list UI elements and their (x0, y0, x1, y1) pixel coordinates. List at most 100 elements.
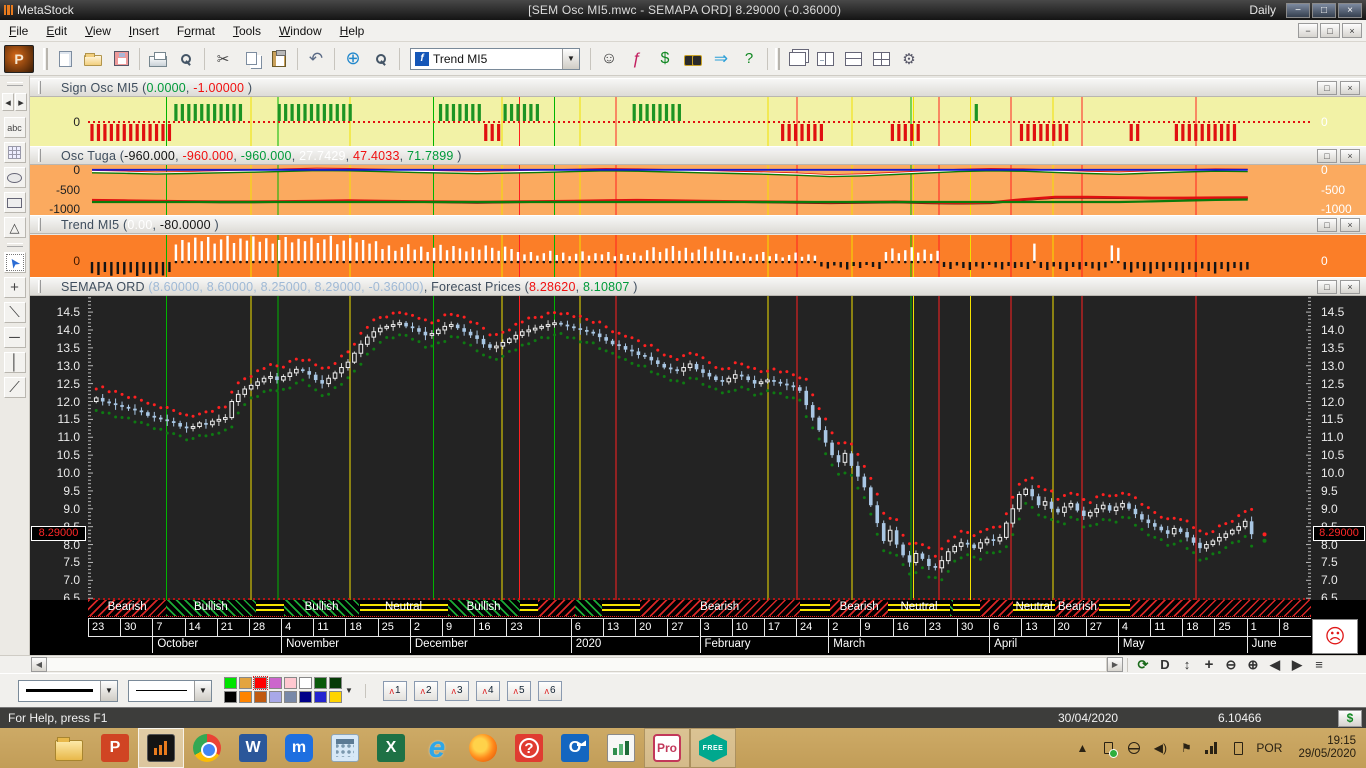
mdi-close-button[interactable]: × (1342, 23, 1362, 38)
print-preview-button[interactable] (172, 45, 200, 73)
taskbar-powerpoint[interactable]: P (92, 728, 138, 768)
usb-icon[interactable] (1100, 740, 1116, 756)
combo-arrow-icon[interactable]: ▼ (194, 680, 211, 701)
scroll-left-button[interactable]: ◀ (31, 657, 47, 672)
save-file-button[interactable] (107, 45, 135, 73)
grid-tool-button[interactable] (3, 142, 26, 163)
new-chart-button[interactable] (51, 45, 79, 73)
dollar-status-icon[interactable]: $ (1338, 709, 1362, 727)
menu-window[interactable]: Window (270, 21, 331, 41)
layout-button-4[interactable]: ʌ4 (476, 680, 500, 701)
taskbar-metastock[interactable] (138, 728, 184, 768)
menu-tools[interactable]: Tools (224, 21, 270, 41)
color-swatch[interactable] (284, 691, 297, 703)
menu-view[interactable]: View (76, 21, 120, 41)
taskbar-word[interactable]: W (230, 728, 276, 768)
taskbar-help-app[interactable]: ? (506, 728, 552, 768)
open-file-button[interactable] (79, 45, 107, 73)
metastock-power-button[interactable]: P (4, 44, 34, 73)
mdi-minimize-button[interactable]: − (1298, 23, 1318, 38)
fit-vertical-button[interactable]: ↕ (1176, 657, 1198, 673)
scroll-right-button[interactable]: ▶ (1107, 657, 1123, 672)
zoom-out-button[interactable]: ⊖ (1220, 657, 1242, 673)
zoom-box-button[interactable] (367, 45, 395, 73)
scan-button[interactable] (679, 45, 707, 73)
text-tool-button[interactable]: abc (3, 117, 26, 138)
panel-close-button[interactable]: × (1340, 80, 1360, 95)
taskbar-file-explorer[interactable] (46, 728, 92, 768)
signal-icon[interactable] (1204, 740, 1220, 756)
panel-maximize-button[interactable]: □ (1317, 80, 1337, 95)
copy-button[interactable] (237, 45, 265, 73)
panel-grip[interactable] (38, 81, 41, 94)
color-swatch[interactable] (224, 677, 237, 689)
layout-button-3[interactable]: ʌ3 (445, 680, 469, 701)
menu-edit[interactable]: Edit (37, 21, 76, 41)
panel-header-semapa[interactable]: SEMAPA ORD (8.60000, 8.60000, 8.25000, 8… (30, 277, 1366, 296)
layout-button-6[interactable]: ʌ6 (538, 680, 562, 701)
color-swatch[interactable] (314, 691, 327, 703)
trendline-sl-tool-button[interactable]: ⟋ (3, 377, 26, 398)
flag-icon[interactable]: ⚑ (1178, 740, 1194, 756)
vertical-line-tool-button[interactable]: │ (3, 352, 26, 373)
crosshair-pointer-button[interactable]: ⊕ (339, 45, 367, 73)
taskbar-chrome[interactable] (184, 728, 230, 768)
window-cascade-button[interactable] (783, 45, 811, 73)
menu-format[interactable]: Format (168, 21, 224, 41)
line-weight-combo[interactable]: ▼ (128, 679, 212, 702)
taskbar-metastock-pro[interactable]: Pro (644, 728, 690, 768)
line-style-combo[interactable]: ▼ (18, 679, 118, 702)
combo-arrow-icon[interactable]: ▼ (562, 48, 579, 69)
language-indicator[interactable]: POR (1256, 741, 1282, 755)
panel-grip[interactable] (38, 218, 41, 231)
minimize-button[interactable]: − (1286, 3, 1310, 18)
color-swatch[interactable] (299, 677, 312, 689)
triangle-tool-button[interactable]: △ (3, 217, 26, 238)
color-swatch[interactable] (254, 691, 267, 703)
rectangle-tool-button[interactable] (3, 192, 26, 213)
taskbar-maxthon[interactable]: m (276, 728, 322, 768)
window-tile-vertical-button[interactable] (811, 45, 839, 73)
move-button[interactable]: + (1198, 656, 1220, 673)
indicator-builder-button[interactable]: ƒ (623, 45, 651, 73)
taskbar-kaspersky-free[interactable]: FREE (690, 728, 736, 768)
horizontal-scrollbar[interactable] (47, 657, 1107, 672)
menu-file[interactable]: File (0, 21, 37, 41)
layout-button-2[interactable]: ʌ2 (414, 680, 438, 701)
palette-arrow-icon[interactable]: ▼ (343, 678, 355, 704)
network-icon[interactable] (1126, 740, 1142, 756)
menu-help[interactable]: Help (331, 21, 374, 41)
zoom-in-button[interactable]: ⊕ (1242, 657, 1264, 673)
pointer-tool-button[interactable]: ➤ (3, 252, 26, 273)
frown-indicator[interactable]: ☹ (1312, 619, 1358, 654)
color-swatch[interactable] (224, 691, 237, 703)
color-swatch[interactable] (329, 691, 342, 703)
periodicity-label[interactable]: Daily (1249, 3, 1276, 17)
layout-button-5[interactable]: ʌ5 (507, 680, 531, 701)
daily-period-button[interactable]: D (1154, 657, 1176, 673)
taskbar-internet-explorer[interactable]: e (414, 728, 460, 768)
window-tile-horizontal-button[interactable] (839, 45, 867, 73)
panel-close-button[interactable]: × (1340, 217, 1360, 232)
print-button[interactable] (144, 45, 172, 73)
paste-button[interactable] (265, 45, 293, 73)
next-button[interactable]: ▶ (1286, 657, 1308, 673)
combo-arrow-icon[interactable]: ▼ (100, 680, 117, 701)
horizontal-line-tool-button[interactable]: ─ (3, 327, 26, 348)
color-swatch[interactable] (329, 677, 342, 689)
crosshair-tool-button[interactable]: + (3, 277, 26, 298)
trendline-tool-button[interactable]: ⟍ (3, 302, 26, 323)
color-swatch[interactable] (284, 677, 297, 689)
taskbar-calculator[interactable] (322, 728, 368, 768)
taskbar-excel[interactable]: X (368, 728, 414, 768)
mdi-restore-button[interactable]: □ (1320, 23, 1340, 38)
panel-maximize-button[interactable]: □ (1317, 279, 1337, 294)
volume-icon[interactable]: ◀) (1152, 740, 1168, 756)
window-tile-quad-button[interactable] (867, 45, 895, 73)
color-swatch[interactable] (269, 691, 282, 703)
window-options-button[interactable]: ⚙ (895, 45, 923, 73)
color-swatch[interactable] (269, 677, 282, 689)
color-swatch[interactable] (239, 691, 252, 703)
previous-button[interactable]: ◀ (1264, 657, 1286, 673)
expert-advisor-button[interactable]: $ (651, 45, 679, 73)
